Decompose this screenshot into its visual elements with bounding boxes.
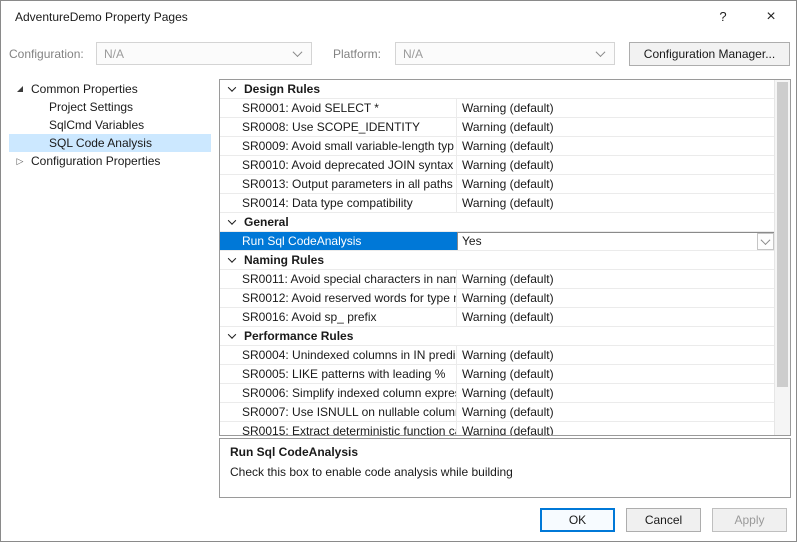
property-row[interactable]: SR0001: Avoid SELECT *Warning (default) [220,99,775,118]
window-title: AdventureDemo Property Pages [15,10,188,24]
property-row[interactable]: SR0015: Extract deterministic function c… [220,422,775,436]
configuration-manager-button[interactable]: Configuration Manager... [629,42,790,66]
property-row[interactable]: SR0005: LIKE patterns with leading %Warn… [220,365,775,384]
chevron-down-icon[interactable] [228,254,236,262]
property-value[interactable]: Warning (default) [457,270,775,288]
property-name[interactable]: SR0012: Avoid reserved words for type n [220,289,457,307]
property-name[interactable]: SR0016: Avoid sp_ prefix [220,308,457,326]
property-name[interactable]: SR0013: Output parameters in all paths [220,175,457,193]
chevron-down-icon [596,47,606,57]
category-row-design-rules[interactable]: Design Rules [220,80,775,99]
property-grid: Design RulesSR0001: Avoid SELECT *Warnin… [219,79,791,436]
properties-tree: Common Properties Project Settings SqlCmd … [9,80,211,170]
tree-item-common-properties[interactable]: Common Properties [9,80,211,98]
property-name[interactable]: SR0005: LIKE patterns with leading % [220,365,457,383]
tree-expanded-icon[interactable] [14,86,26,92]
property-value[interactable]: Warning (default) [457,384,775,402]
property-value[interactable]: Warning (default) [457,137,775,155]
property-row[interactable]: SR0013: Output parameters in all pathsWa… [220,175,775,194]
chevron-down-icon [761,235,771,245]
property-name[interactable]: SR0011: Avoid special characters in nam [220,270,457,288]
property-value[interactable]: Warning (default) [457,194,775,212]
category-label: Design Rules [244,82,320,96]
cancel-button[interactable]: Cancel [626,508,701,532]
property-name[interactable]: SR0007: Use ISNULL on nullable column [220,403,457,421]
property-name[interactable]: SR0008: Use SCOPE_IDENTITY [220,118,457,136]
category-label: Performance Rules [244,329,353,343]
tree-item-project-settings[interactable]: Project Settings [9,98,211,116]
tree-item-configuration-properties[interactable]: ▷ Configuration Properties [9,152,211,170]
category-row-naming-rules[interactable]: Naming Rules [220,251,775,270]
ok-button[interactable]: OK [540,508,615,532]
dropdown-value: Yes [458,234,757,248]
tree-item-label: Project Settings [49,100,133,114]
property-row[interactable]: SR0008: Use SCOPE_IDENTITYWarning (defau… [220,118,775,137]
platform-label: Platform: [333,47,381,61]
category-label: Naming Rules [244,253,324,267]
property-value[interactable]: Warning (default) [457,99,775,117]
dropdown-button[interactable] [757,233,774,250]
category-row-general[interactable]: General [220,213,775,232]
property-name[interactable]: Run Sql CodeAnalysis [220,232,457,250]
property-value[interactable]: Warning (default) [457,175,775,193]
property-row[interactable]: SR0012: Avoid reserved words for type nW… [220,289,775,308]
property-row[interactable]: SR0004: Unindexed columns in IN predicWa… [220,346,775,365]
property-name[interactable]: SR0014: Data type compatibility [220,194,457,212]
property-value[interactable]: Warning (default) [457,289,775,307]
close-icon[interactable]: × [756,5,786,29]
category-label: General [244,215,289,229]
property-row[interactable]: Run Sql CodeAnalysisYes [220,232,775,251]
property-name[interactable]: SR0009: Avoid small variable-length typ [220,137,457,155]
property-value[interactable]: Warning (default) [457,346,775,364]
chevron-down-icon[interactable] [228,330,236,338]
tree-collapsed-icon[interactable]: ▷ [14,157,26,166]
tree-item-label: Configuration Properties [31,154,160,168]
apply-button[interactable]: Apply [712,508,787,532]
property-name[interactable]: SR0006: Simplify indexed column expres [220,384,457,402]
configuration-label: Configuration: [9,47,84,61]
chevron-down-icon [293,47,303,57]
property-pages-dialog: AdventureDemo Property Pages ? × Configu… [0,0,797,542]
description-pane: Run Sql CodeAnalysis Check this box to e… [219,438,791,498]
property-value[interactable]: Warning (default) [457,403,775,421]
property-row[interactable]: SR0011: Avoid special characters in namW… [220,270,775,289]
property-name[interactable]: SR0004: Unindexed columns in IN predic [220,346,457,364]
property-value[interactable]: Warning (default) [457,156,775,174]
property-value[interactable]: Warning (default) [457,422,775,436]
property-row[interactable]: SR0010: Avoid deprecated JOIN syntaxWarn… [220,156,775,175]
description-text: Check this box to enable code analysis w… [230,465,780,479]
chevron-down-icon[interactable] [228,83,236,91]
chevron-down-icon[interactable] [228,216,236,224]
description-title: Run Sql CodeAnalysis [230,445,780,459]
configuration-value: N/A [97,47,294,61]
property-value[interactable]: Warning (default) [457,308,775,326]
property-row[interactable]: SR0007: Use ISNULL on nullable columnWar… [220,403,775,422]
property-name[interactable]: SR0010: Avoid deprecated JOIN syntax [220,156,457,174]
tree-item-label: SQL Code Analysis [49,136,152,150]
property-row[interactable]: SR0006: Simplify indexed column expresWa… [220,384,775,403]
platform-value: N/A [396,47,597,61]
category-row-performance-rules[interactable]: Performance Rules [220,327,775,346]
platform-dropdown[interactable]: N/A [395,42,615,65]
scrollbar-thumb[interactable] [777,82,788,387]
property-name[interactable]: SR0001: Avoid SELECT * [220,99,457,117]
dialog-footer: OK Cancel Apply [1,508,787,532]
title-bar[interactable]: AdventureDemo Property Pages ? × [1,1,796,33]
vertical-scrollbar[interactable] [774,80,790,435]
tree-item-sqlcmd-variables[interactable]: SqlCmd Variables [9,116,211,134]
tree-item-sql-code-analysis[interactable]: SQL Code Analysis [9,134,211,152]
property-row[interactable]: SR0009: Avoid small variable-length typW… [220,137,775,156]
property-value[interactable]: Yes [457,232,775,250]
help-icon[interactable]: ? [708,5,738,29]
property-value[interactable]: Warning (default) [457,365,775,383]
property-row[interactable]: SR0016: Avoid sp_ prefixWarning (default… [220,308,775,327]
property-value[interactable]: Warning (default) [457,118,775,136]
property-row[interactable]: SR0014: Data type compatibilityWarning (… [220,194,775,213]
tree-item-label: Common Properties [31,82,138,96]
tree-item-label: SqlCmd Variables [49,118,144,132]
configuration-dropdown[interactable]: N/A [96,42,312,65]
property-name[interactable]: SR0015: Extract deterministic function c… [220,422,457,436]
value-dropdown[interactable]: Yes [457,232,775,250]
